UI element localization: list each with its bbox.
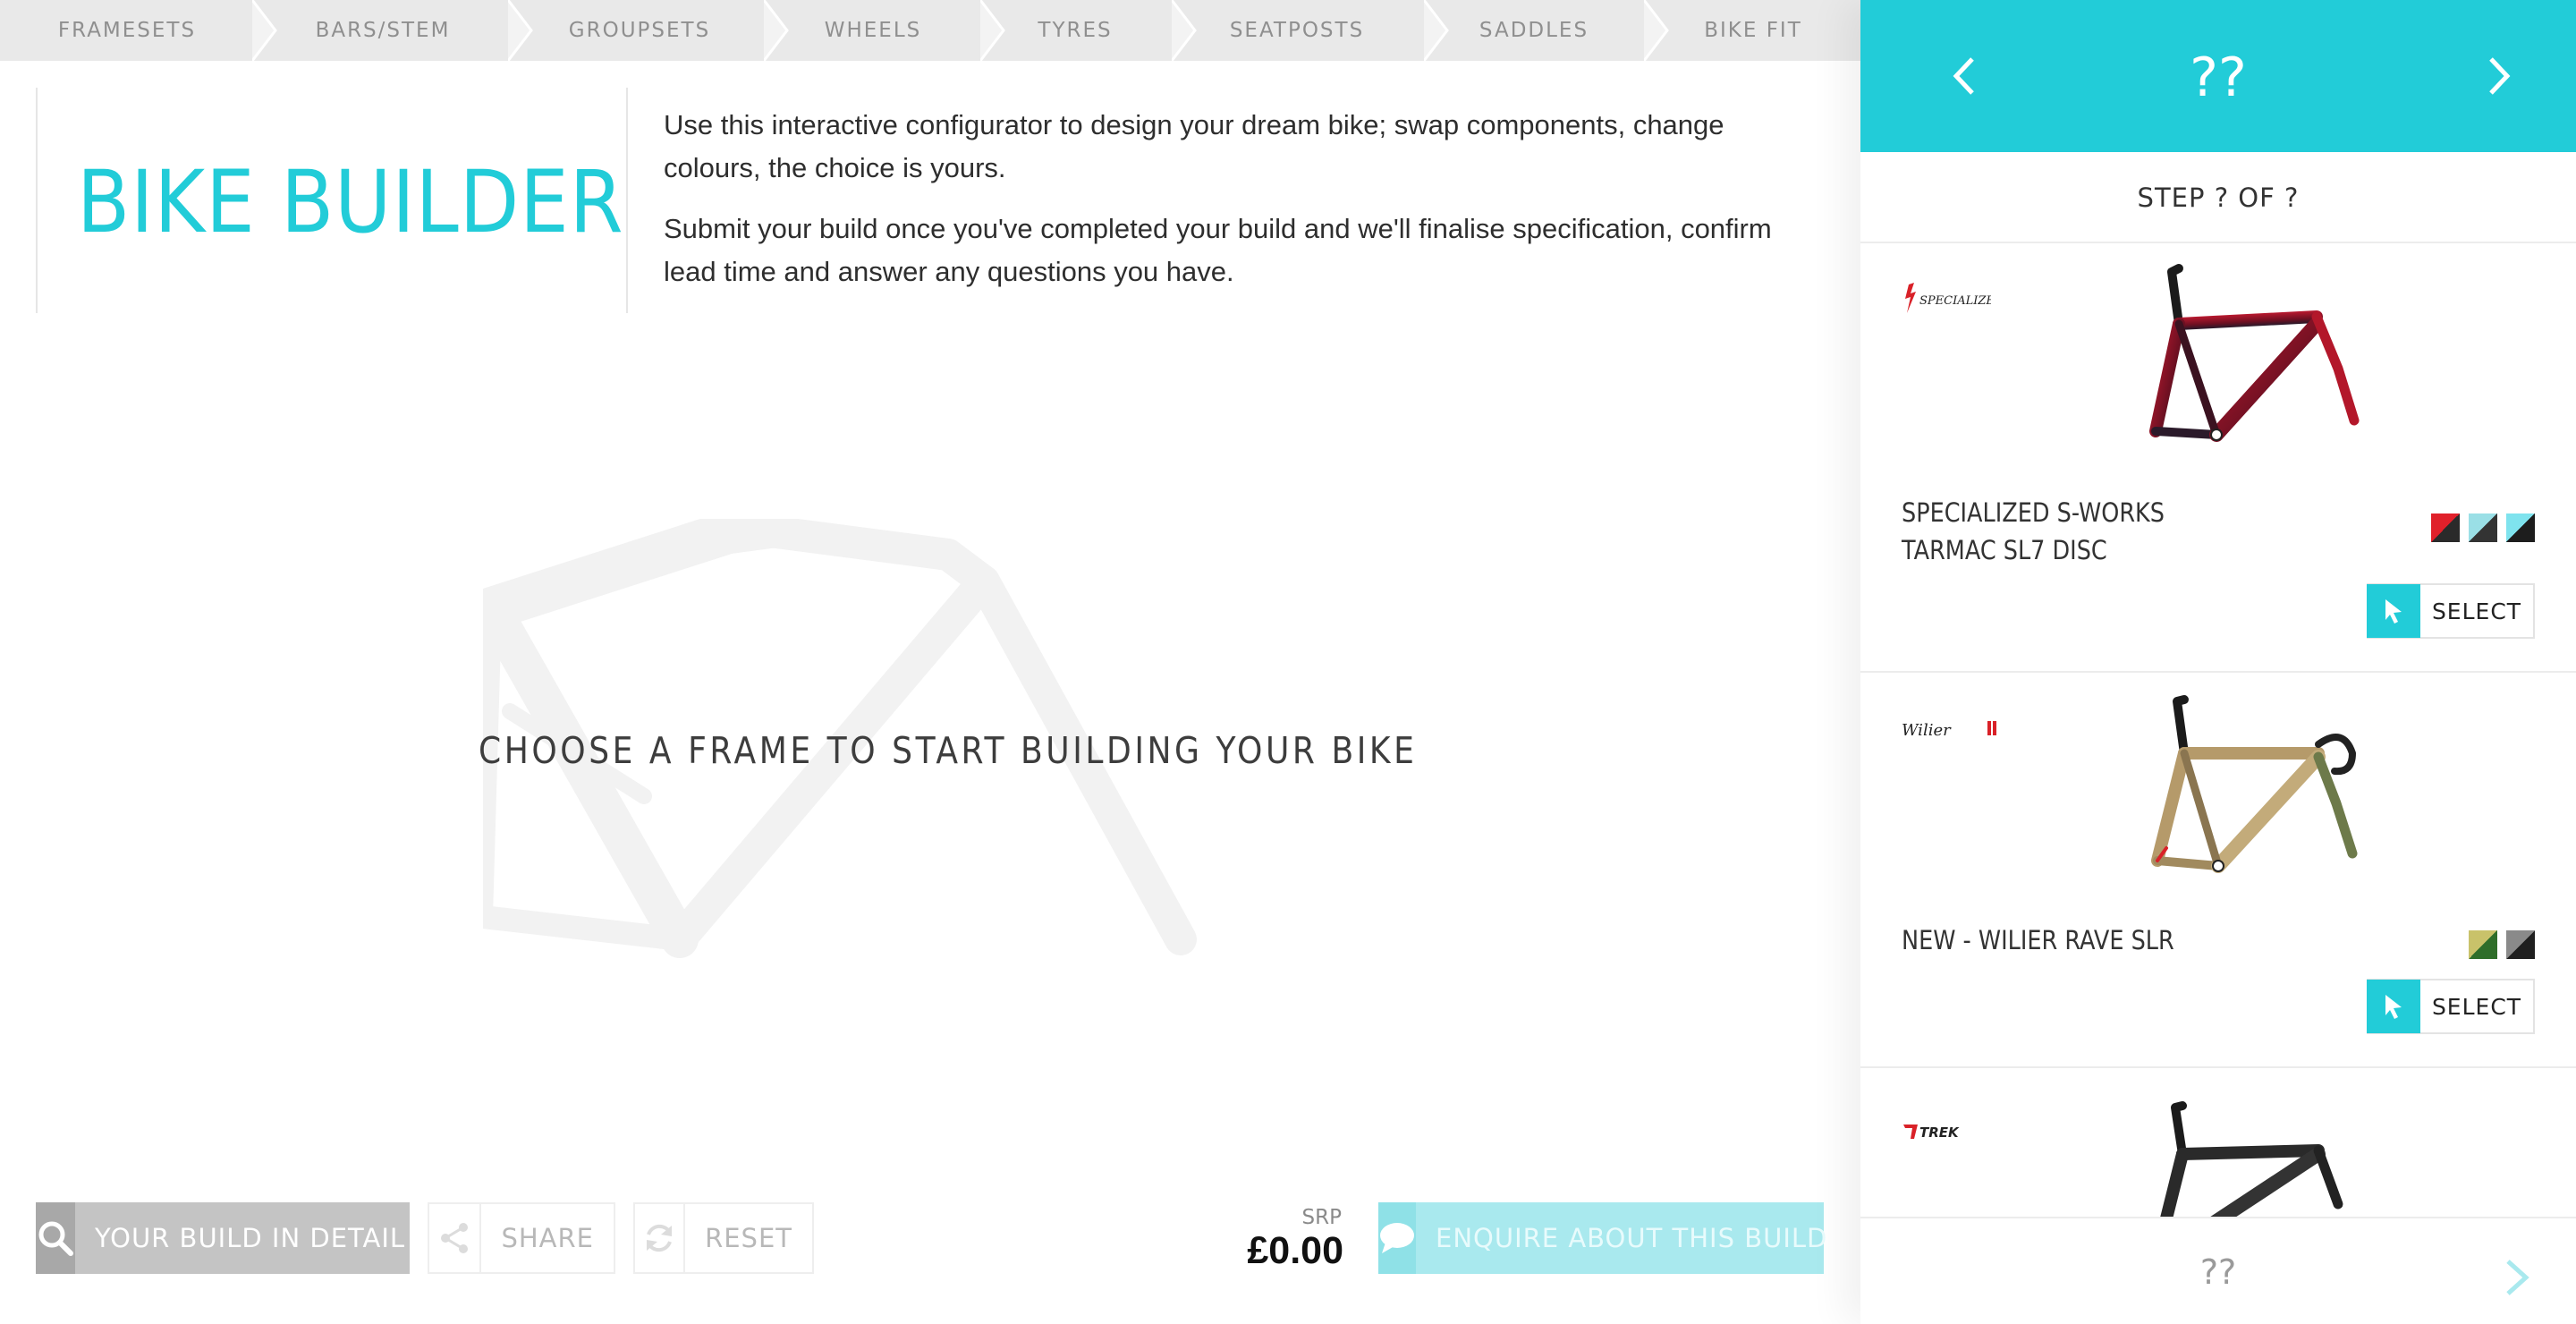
product-name-line-2: TARMAC SL7 DISC [1902, 535, 2107, 565]
step-navigation: FRAMESETS BARS/STEM GROUPSETS WHEELS TYR… [0, 0, 1860, 61]
step-bars-stem[interactable]: BARS/STEM [316, 0, 451, 61]
reset-label: RESET [705, 1223, 792, 1253]
step-indicator: STEP ? OF ? [1860, 152, 2576, 243]
svg-text:Wilier: Wilier [1902, 721, 1952, 740]
select-button[interactable]: SELECT [2367, 583, 2535, 639]
pointer-icon [2367, 980, 2420, 1033]
step-seatposts[interactable]: SEATPOSTS [1230, 0, 1364, 61]
frame-selector-panel: ?? STEP ? OF ? SPECIALIZED SPECIALIZ [1860, 0, 2576, 1324]
colour-swatches [2431, 513, 2535, 542]
step-groupsets[interactable]: GROUPSETS [569, 0, 710, 61]
step-separator [1172, 0, 1197, 61]
step-separator [1424, 0, 1449, 61]
svg-text:TREK: TREK [1919, 1125, 1960, 1141]
build-detail-label: YOUR BUILD IN DETAIL [95, 1223, 406, 1253]
step-separator [252, 0, 277, 61]
select-label: SELECT [2431, 598, 2522, 624]
build-detail-button[interactable]: YOUR BUILD IN DETAIL [36, 1202, 410, 1274]
enquire-button[interactable]: ENQUIRE ABOUT THIS BUILD [1378, 1202, 1826, 1274]
specialized-logo: SPECIALIZED [1905, 283, 1991, 313]
step-separator [508, 0, 533, 61]
next-step-button[interactable] [2472, 49, 2526, 103]
frame-image-trek [2160, 1101, 2343, 1217]
colour-swatch[interactable] [2506, 513, 2535, 542]
pointer-icon [2367, 584, 2420, 638]
step-separator [980, 0, 1005, 61]
panel-title: ?? [2190, 47, 2247, 109]
step-separator [764, 0, 789, 61]
step-saddles[interactable]: SADDLES [1479, 0, 1589, 61]
chevron-right-icon[interactable] [2501, 1258, 2533, 1297]
search-icon [36, 1202, 75, 1274]
intro-paragraph-2: Submit your build once you've completed … [664, 213, 1772, 287]
chat-bubble-icon [1378, 1202, 1416, 1274]
product-card: Wilier NEW - WILIER RAVE SLR SELECT [1860, 673, 2576, 1068]
colour-swatch[interactable] [2506, 930, 2535, 959]
select-label: SELECT [2431, 993, 2522, 1020]
refresh-icon [635, 1204, 686, 1272]
panel-header: ?? [1860, 0, 2576, 152]
product-name: SPECIALIZED S-WORKS TARMAC SL7 DISC [1902, 494, 2165, 569]
frame-image-sworks-tarmac [2149, 264, 2360, 442]
share-label: SHARE [501, 1223, 594, 1253]
frame-placeholder-image [483, 519, 1197, 958]
wilier-logo: Wilier [1902, 721, 1996, 740]
frame-image-wilier-rave [2151, 695, 2358, 873]
chevron-right-icon [2489, 57, 2511, 95]
step-bike-fit[interactable]: BIKE FIT [1704, 0, 1802, 61]
select-button[interactable]: SELECT [2367, 979, 2535, 1034]
product-name-line-1: SPECIALIZED S-WORKS [1902, 497, 2165, 528]
footer-next-label: ?? [2199, 1252, 2237, 1292]
share-icon [429, 1204, 482, 1272]
trek-logo: TREK [1903, 1125, 1960, 1141]
step-separator [1644, 0, 1669, 61]
step-framesets[interactable]: FRAMESETS [58, 0, 196, 61]
intro-paragraph-1: Use this interactive configurator to des… [664, 109, 1724, 183]
colour-swatches [2469, 930, 2535, 959]
colour-swatch[interactable] [2431, 513, 2460, 542]
empty-canvas-prompt: CHOOSE A FRAME TO START BUILDING YOUR BI… [479, 729, 1418, 772]
reset-button[interactable]: RESET [633, 1202, 814, 1274]
srp-label: SRP [1301, 1206, 1342, 1229]
intro-text: Use this interactive configurator to des… [664, 104, 1809, 293]
product-card: TREK [1860, 1070, 2576, 1217]
share-button[interactable]: SHARE [428, 1202, 615, 1274]
product-card: SPECIALIZED SPECIALIZED S-WORKS TARMAC S… [1860, 243, 2576, 673]
colour-swatch[interactable] [2469, 513, 2497, 542]
colour-swatch[interactable] [2469, 930, 2497, 959]
product-name: NEW - WILIER RAVE SLR [1902, 921, 2174, 959]
step-wheels[interactable]: WHEELS [825, 0, 922, 61]
product-name-line-1: NEW - WILIER RAVE SLR [1902, 925, 2174, 955]
srp-price: £0.00 [1247, 1229, 1343, 1272]
enquire-label: ENQUIRE ABOUT THIS BUILD [1436, 1223, 1828, 1253]
page-title: BIKE BUILDER [77, 152, 624, 252]
svg-text:SPECIALIZED: SPECIALIZED [1919, 294, 1991, 308]
panel-footer: ?? [1860, 1217, 2576, 1324]
title-box: BIKE BUILDER [36, 88, 628, 313]
step-tyres[interactable]: TYRES [1038, 0, 1112, 61]
